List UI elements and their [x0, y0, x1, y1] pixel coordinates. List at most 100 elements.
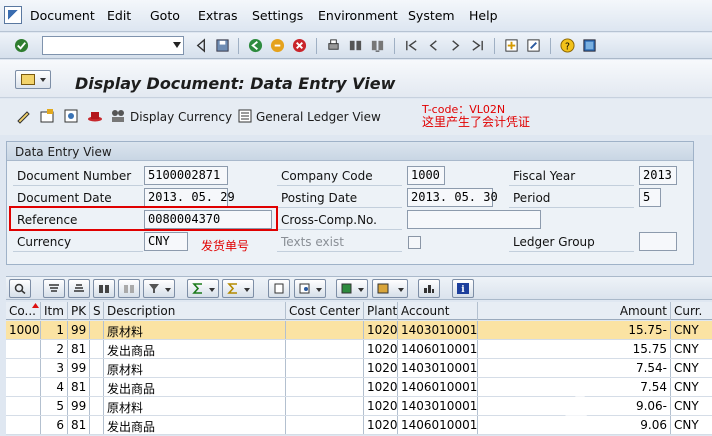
help-icon[interactable]: ? [560, 38, 575, 53]
last-page-icon[interactable] [470, 38, 485, 53]
display-currency-button[interactable]: Display Currency [130, 110, 232, 124]
period-field[interactable]: 5 [639, 188, 661, 207]
chevron-down-icon [244, 288, 250, 292]
column-header-cost-center[interactable]: Cost Center [286, 302, 364, 320]
hat-icon[interactable] [87, 108, 103, 124]
customize-layout-icon[interactable] [582, 38, 597, 53]
chart-icon [424, 285, 434, 293]
binoculars-icon [99, 285, 109, 293]
column-header-posting-key[interactable]: PK [68, 302, 90, 320]
find-button[interactable] [93, 279, 115, 298]
cell-company-code [6, 359, 41, 377]
print-icon[interactable] [326, 38, 341, 53]
edit-pencil-icon[interactable] [15, 108, 31, 124]
data-entry-view-group: Data Entry View Document Number 51000028… [6, 141, 694, 265]
document-header-icon[interactable] [39, 108, 55, 124]
table-row[interactable]: 3 99 原材料 1020 1403010001 7.54- CNY [6, 359, 712, 378]
document-overview-button[interactable] [15, 70, 51, 89]
cell-description: 原材料 [104, 321, 286, 339]
sap-menu-icon[interactable] [4, 6, 22, 24]
back-icon[interactable] [248, 38, 263, 53]
first-page-icon[interactable] [404, 38, 419, 53]
find-icon[interactable] [348, 38, 363, 53]
shortcut-icon[interactable] [526, 38, 541, 53]
toolbar-separator [494, 38, 495, 54]
ledger-group-field[interactable] [639, 232, 677, 251]
export-button[interactable] [336, 279, 368, 298]
sort-descending-button[interactable] [68, 279, 90, 298]
cell-account: 1406010001 [398, 416, 478, 434]
posting-date-field[interactable]: 2013. 05. 30 [407, 188, 498, 207]
table-row[interactable]: 2 81 发出商品 1020 1406010001 15.75 CNY [6, 340, 712, 359]
column-header-account[interactable]: Account [398, 302, 478, 320]
chevron-down-icon[interactable] [173, 42, 181, 48]
company-code-field[interactable]: 1000 [407, 166, 445, 185]
cell-cost-center [286, 340, 364, 358]
cell-item: 2 [41, 340, 68, 358]
new-session-icon[interactable] [504, 38, 519, 53]
display-icon[interactable] [63, 108, 79, 124]
cell-amount: 15.75 [478, 340, 671, 358]
sort-descending-icon [74, 284, 84, 292]
application-toolbar: Display Currency General Ledger View T-c… [0, 99, 712, 135]
column-header-special-gl[interactable]: S [90, 302, 104, 320]
column-header-description[interactable]: Description [104, 302, 286, 320]
views-button[interactable] [294, 279, 326, 298]
back-triangle-icon[interactable] [194, 38, 209, 53]
views-icon [299, 283, 310, 294]
graphic-button[interactable] [418, 279, 440, 298]
print-preview-button[interactable] [268, 279, 290, 298]
cell-item: 3 [41, 359, 68, 377]
document-number-field[interactable]: 5100002871 [144, 166, 228, 185]
menu-goto[interactable]: Goto [150, 8, 180, 23]
column-header-amount[interactable]: Amount [478, 302, 671, 320]
menu-environment[interactable]: Environment [318, 8, 398, 23]
standard-toolbar: ? [0, 33, 712, 59]
table-row[interactable]: 1000 1 99 原材料 1020 1403010001 15.75- CNY [6, 321, 712, 340]
column-header-plant[interactable]: Plant [364, 302, 398, 320]
toolbar-separator [550, 38, 551, 54]
menu-settings[interactable]: Settings [252, 8, 303, 23]
menu-edit[interactable]: Edit [107, 8, 131, 23]
total-button[interactable] [187, 279, 219, 298]
cross-comp-field[interactable] [407, 210, 541, 229]
command-field[interactable] [42, 36, 184, 55]
information-button[interactable]: i [452, 279, 474, 298]
cell-item: 5 [41, 397, 68, 415]
find-next-icon[interactable] [370, 38, 385, 53]
fiscal-year-field[interactable]: 2013 [639, 166, 677, 185]
menu-system[interactable]: System [408, 8, 455, 23]
find-next-button[interactable] [118, 279, 140, 298]
currency-label: Currency [13, 233, 143, 252]
currency-field[interactable]: CNY [144, 232, 188, 251]
column-header-item[interactable]: Itm [41, 302, 68, 320]
cell-special-gl [90, 397, 104, 415]
subtotal-button[interactable] [222, 279, 254, 298]
next-page-icon[interactable] [448, 38, 463, 53]
filter-button[interactable] [143, 279, 175, 298]
save-icon[interactable] [215, 38, 230, 53]
sort-ascending-button[interactable] [43, 279, 65, 298]
previous-page-icon[interactable] [426, 38, 441, 53]
subtotal-icon [227, 283, 237, 294]
document-date-field[interactable]: 2013. 05. 29 [144, 188, 235, 207]
cell-plant: 1020 [364, 416, 398, 434]
exit-icon[interactable] [270, 38, 285, 53]
watermark-logo-icon [564, 393, 592, 428]
menu-help[interactable]: Help [469, 8, 498, 23]
cancel-icon[interactable] [292, 38, 307, 53]
info-icon: i [457, 283, 469, 294]
enter-check-icon[interactable] [14, 38, 29, 53]
texts-exist-checkbox[interactable] [408, 236, 421, 249]
chevron-down-icon [398, 288, 404, 292]
details-button[interactable] [9, 279, 31, 298]
column-header-currency[interactable]: Curr. [671, 302, 712, 320]
general-ledger-view-button[interactable]: General Ledger View [256, 110, 381, 124]
menu-extras[interactable]: Extras [198, 8, 238, 23]
menu-document[interactable]: Document [30, 8, 95, 23]
display-currency-icon[interactable] [110, 108, 126, 124]
general-ledger-icon[interactable] [237, 108, 253, 124]
sort-ascending-icon [49, 284, 59, 292]
cross-comp-label: Cross-Comp.No. [277, 211, 402, 230]
layout-button[interactable] [372, 279, 408, 298]
